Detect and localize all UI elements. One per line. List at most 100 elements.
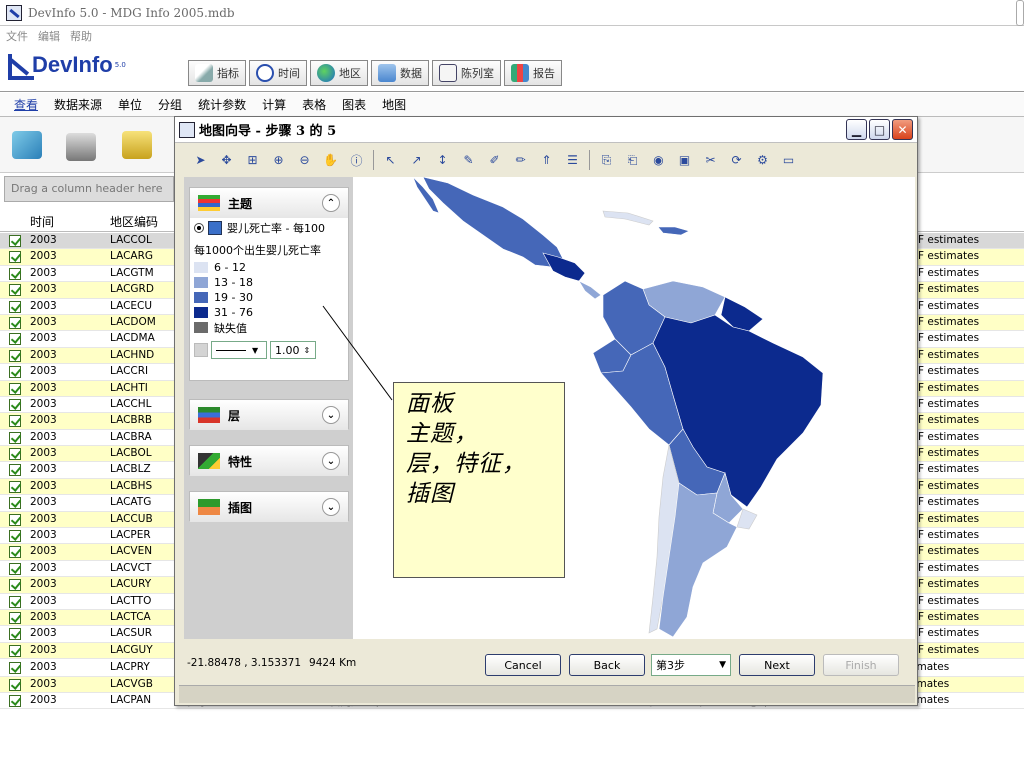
theme-item[interactable]: 婴儿死亡率 - 每100	[190, 218, 348, 238]
settings-icon[interactable]: ⚙	[753, 151, 772, 170]
pan-center-icon[interactable]: ✥	[217, 151, 236, 170]
database-icon[interactable]	[122, 131, 152, 159]
column-header-area-code[interactable]: 地区编码	[110, 213, 158, 230]
tab-area[interactable]: 地区	[310, 60, 368, 86]
features-group[interactable]: 特性 ⌄	[189, 445, 349, 476]
row-checkbox[interactable]	[9, 628, 21, 641]
subtab-calc[interactable]: 计算	[262, 96, 286, 113]
row-checkbox[interactable]	[9, 513, 21, 526]
tab-report[interactable]: 报告	[504, 60, 562, 86]
features-header[interactable]: 特性 ⌄	[190, 446, 348, 476]
row-checkbox[interactable]	[9, 316, 21, 329]
fullscreen-icon[interactable]: ▭	[779, 151, 798, 170]
save-icon[interactable]: ▣	[675, 151, 694, 170]
refresh-icon[interactable]: ⟳	[727, 151, 746, 170]
line-style-select[interactable]: ▼	[211, 341, 267, 359]
inset-group[interactable]: 插图 ⌄	[189, 491, 349, 522]
row-checkbox[interactable]	[9, 678, 21, 691]
row-checkbox[interactable]	[9, 694, 21, 707]
row-checkbox[interactable]	[9, 415, 21, 428]
map-country-cuba[interactable]	[602, 210, 654, 226]
open-folder-icon[interactable]	[12, 131, 42, 159]
chevron-up-icon[interactable]: ⌃	[322, 194, 340, 212]
target-icon[interactable]: ◉	[649, 151, 668, 170]
step-select[interactable]: 第3步 ▼	[651, 654, 731, 676]
row-checkbox[interactable]	[9, 448, 21, 461]
line-width-stepper[interactable]: 1.00 ⇕	[270, 341, 316, 359]
label-icon[interactable]: ✂	[701, 151, 720, 170]
zoom-out-icon[interactable]: ⊖	[295, 151, 314, 170]
row-checkbox[interactable]	[9, 480, 21, 493]
paste-icon[interactable]: ⎗	[623, 151, 642, 170]
row-checkbox[interactable]	[9, 398, 21, 411]
subtab-chart[interactable]: 图表	[342, 96, 366, 113]
row-checkbox[interactable]	[9, 611, 21, 624]
row-checkbox[interactable]	[9, 662, 21, 675]
row-checkbox[interactable]	[9, 562, 21, 575]
legend-item[interactable]: 19 - 30	[194, 290, 348, 305]
row-checkbox[interactable]	[9, 464, 21, 477]
minimize-button[interactable]: ▁	[846, 119, 867, 140]
close-button[interactable]: ✕	[892, 119, 913, 140]
radio-selected-icon[interactable]	[194, 223, 204, 233]
theme-header[interactable]: 主题 ⌃	[190, 188, 348, 218]
menu-file[interactable]: 文件	[6, 28, 28, 44]
subtab-group[interactable]: 分组	[158, 96, 182, 113]
chevron-down-icon[interactable]: ⌄	[322, 452, 340, 470]
copy-icon[interactable]: ⎘	[597, 151, 616, 170]
cancel-button[interactable]: Cancel	[485, 654, 561, 676]
row-checkbox[interactable]	[9, 595, 21, 608]
print-icon[interactable]	[66, 133, 96, 161]
tab-gallery[interactable]: 陈列室	[432, 60, 501, 86]
north-arrow-icon[interactable]: ⇑	[537, 151, 556, 170]
layers-group[interactable]: 层 ⌄	[189, 399, 349, 430]
group-by-bar[interactable]: Drag a column header here	[4, 176, 174, 202]
select-icon[interactable]: ↖	[381, 151, 400, 170]
row-checkbox[interactable]	[9, 382, 21, 395]
back-button[interactable]: Back	[569, 654, 645, 676]
subtab-source[interactable]: 数据来源	[54, 96, 102, 113]
row-checkbox[interactable]	[9, 251, 21, 264]
row-checkbox[interactable]	[9, 579, 21, 592]
line-color-swatch[interactable]	[194, 343, 208, 357]
hand-pan-icon[interactable]: ✋	[321, 151, 340, 170]
row-checkbox[interactable]	[9, 267, 21, 280]
layers-header[interactable]: 层 ⌄	[190, 400, 348, 430]
select-area-icon[interactable]: ↗	[407, 151, 426, 170]
row-checkbox[interactable]	[9, 349, 21, 362]
chevron-down-icon[interactable]: ⌄	[322, 406, 340, 424]
maximize-button[interactable]: □	[869, 119, 890, 140]
row-checkbox[interactable]	[9, 235, 21, 247]
zoom-in-icon[interactable]: ⊕	[269, 151, 288, 170]
select-feature-icon[interactable]: ↕	[433, 151, 452, 170]
subtab-map[interactable]: 地图	[382, 96, 406, 113]
column-header-time[interactable]: 时间	[30, 213, 54, 230]
subtab-stats[interactable]: 统计参数	[198, 96, 246, 113]
draw-poly-icon[interactable]: ✐	[485, 151, 504, 170]
measure-icon[interactable]: ✏	[511, 151, 530, 170]
map-country-mexico[interactable]	[422, 176, 564, 268]
subtab-unit[interactable]: 单位	[118, 96, 142, 113]
subtab-table[interactable]: 表格	[302, 96, 326, 113]
info-icon[interactable]: ⓘ	[347, 151, 366, 170]
legend-item[interactable]: 13 - 18	[194, 275, 348, 290]
legend-icon[interactable]: ☰	[563, 151, 582, 170]
map-country-costa-rica[interactable]	[578, 280, 602, 300]
map-country-hispaniola[interactable]	[657, 226, 690, 236]
draw-line-icon[interactable]: ✎	[459, 151, 478, 170]
row-checkbox[interactable]	[9, 300, 21, 313]
map-central-america[interactable]	[542, 252, 586, 282]
row-checkbox[interactable]	[9, 546, 21, 559]
row-checkbox[interactable]	[9, 530, 21, 543]
tab-time[interactable]: 时间	[249, 60, 307, 86]
legend-item[interactable]: 6 - 12	[194, 260, 348, 275]
row-checkbox[interactable]	[9, 431, 21, 444]
legend-item[interactable]: 缺失值	[194, 320, 348, 335]
row-checkbox[interactable]	[9, 366, 21, 379]
next-button[interactable]: Next	[739, 654, 815, 676]
row-checkbox[interactable]	[9, 497, 21, 510]
pointer-icon[interactable]: ➤	[191, 151, 210, 170]
row-checkbox[interactable]	[9, 284, 21, 297]
chevron-down-icon[interactable]: ⌄	[322, 498, 340, 516]
menu-edit[interactable]: 编辑	[38, 28, 60, 44]
